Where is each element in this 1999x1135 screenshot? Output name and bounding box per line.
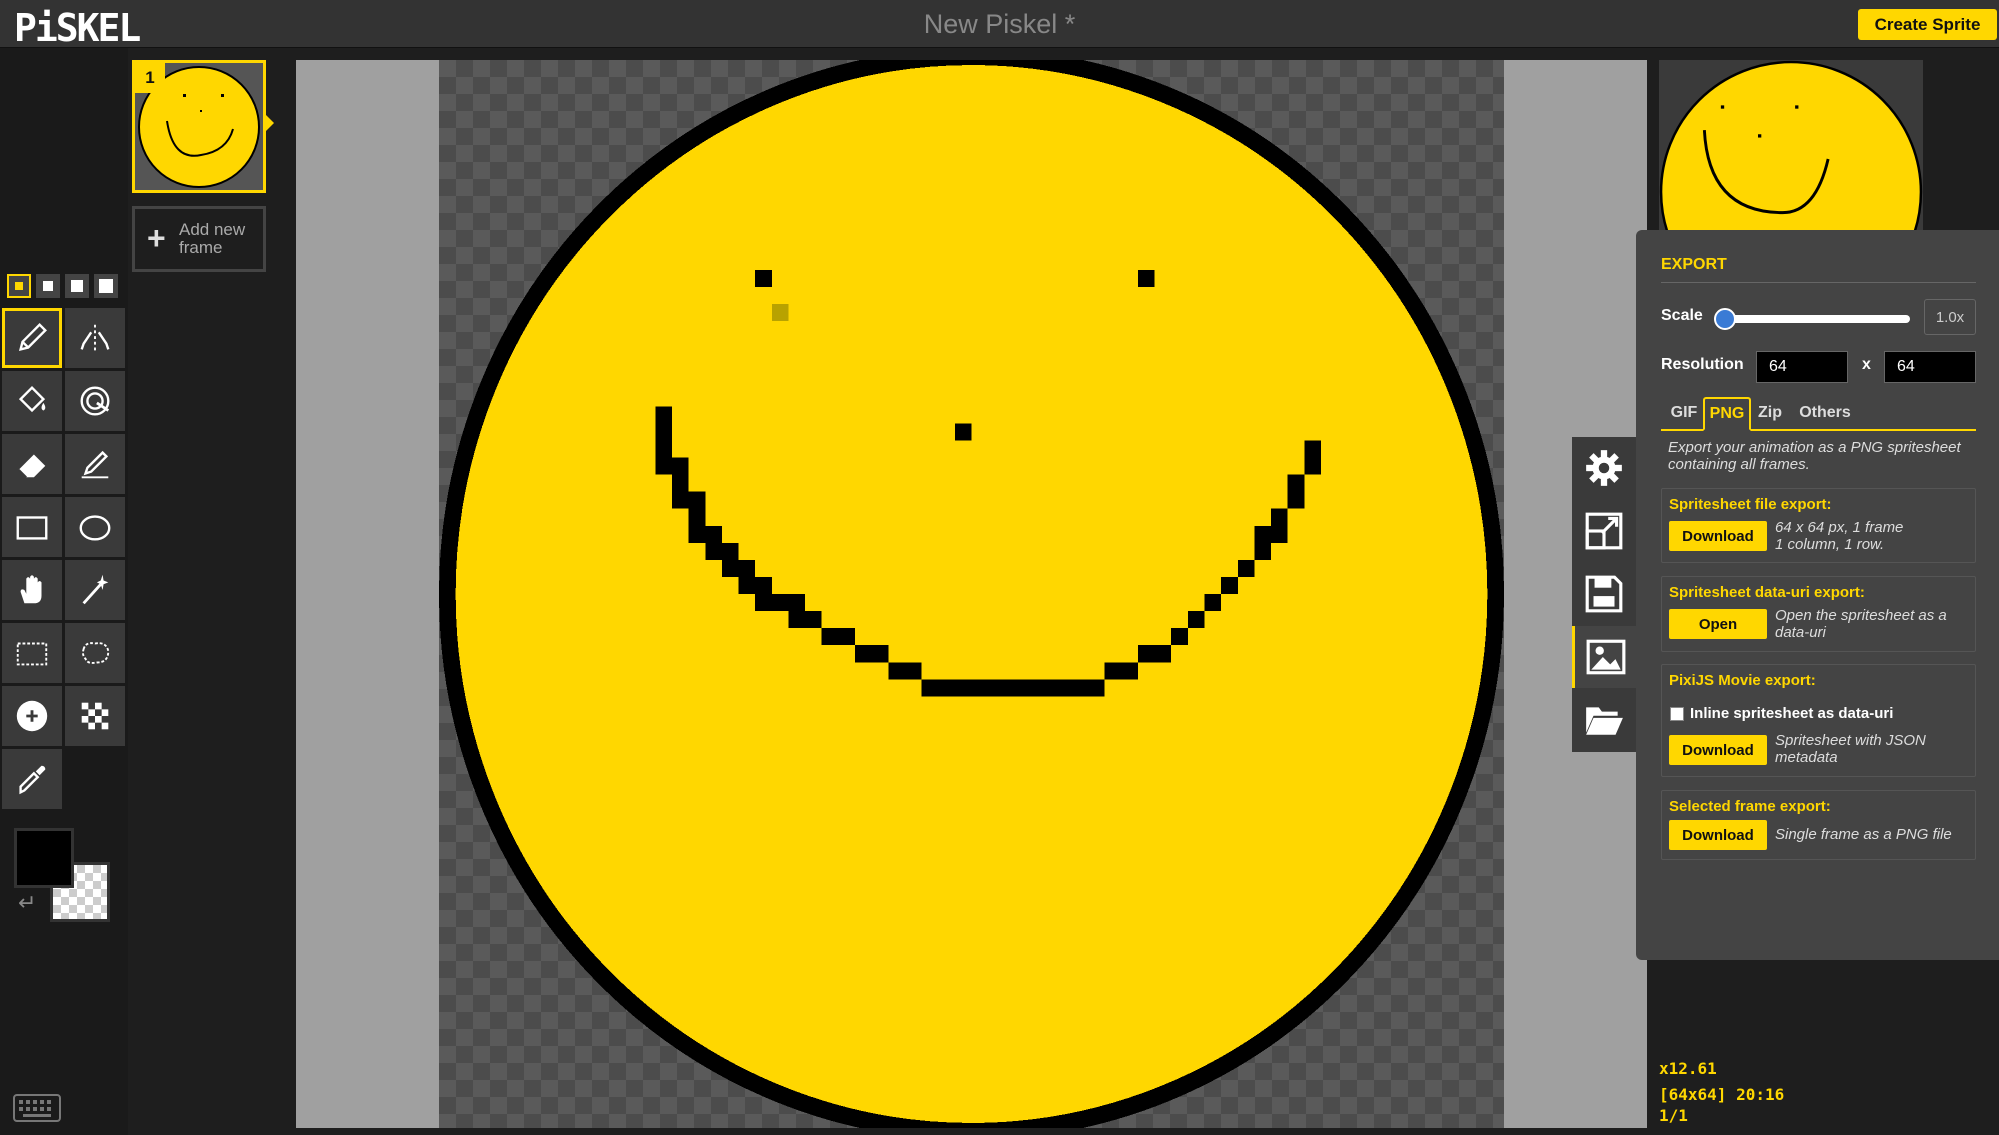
settings-button[interactable]	[1572, 437, 1636, 499]
section-title: PixiJS Movie export:	[1669, 672, 1816, 689]
paint-same-pixels-tool[interactable]	[65, 371, 125, 431]
tab-gif[interactable]: GIF	[1667, 397, 1701, 429]
resolution-label: Resolution	[1661, 356, 1744, 373]
plus-icon: +	[147, 220, 166, 256]
rectangle-selection-icon	[16, 642, 48, 666]
pen-size-1[interactable]	[7, 274, 31, 298]
section-title: Selected frame export:	[1669, 798, 1831, 815]
export-format-tabs: GIF PNG Zip Others	[1661, 397, 1976, 431]
section-title: Spritesheet data-uri export:	[1669, 584, 1865, 601]
settings-icon	[1586, 450, 1622, 486]
keyboard-shortcuts-icon[interactable]	[13, 1094, 61, 1122]
hand-icon	[20, 575, 42, 604]
pixijs-info: Spritesheet with JSON metadata	[1775, 732, 1926, 766]
top-bar: PiSKEL New Piskel * Create Sprite	[0, 0, 1999, 50]
dithering-tool[interactable]	[65, 686, 125, 746]
settings-side-menu	[1572, 437, 1636, 752]
eraser-tool[interactable]	[2, 434, 62, 494]
circle-tool[interactable]	[65, 497, 125, 557]
color-picker-tool[interactable]	[2, 749, 62, 809]
spritesheet-data-uri-section: Spritesheet data-uri export: Open Open t…	[1661, 576, 1976, 652]
cursor-coordinates: [64x64] 20:16	[1659, 1085, 1785, 1104]
mirror-pen-icon	[80, 324, 110, 352]
frame-thumbnail[interactable]: 1	[132, 60, 266, 193]
rectangle-icon	[16, 516, 48, 540]
open-folder-icon	[1586, 707, 1623, 735]
pen-size-2[interactable]	[36, 274, 60, 298]
png-export-description: Export your animation as a PNG spriteshe…	[1668, 439, 1961, 473]
spritesheet-file-export-section: Spritesheet file export: Download 64 x 6…	[1661, 488, 1976, 563]
primary-color-swatch[interactable]	[14, 828, 74, 888]
pen-size-3[interactable]	[65, 274, 89, 298]
lighten-icon	[16, 700, 48, 732]
data-uri-info: Open the spritesheet as a data-uri	[1775, 607, 1947, 641]
selected-frame-indicator	[266, 115, 274, 131]
inline-spritesheet-label[interactable]: Inline spritesheet as data-uri	[1690, 705, 1893, 722]
tab-others[interactable]: Others	[1794, 397, 1856, 429]
circle-icon	[79, 515, 111, 541]
spritesheet-info: 64 x 64 px, 1 frame 1 column, 1 row.	[1775, 519, 1904, 553]
add-new-frame-button[interactable]: + Add new frame	[132, 206, 266, 272]
vertical-mirror-pen-tool[interactable]	[65, 308, 125, 368]
preview-image	[1659, 60, 1923, 232]
export-panel: EXPORT Scale 1.0x Resolution 64 x 64 GIF…	[1636, 230, 1999, 960]
export-panel-title: EXPORT	[1661, 256, 1976, 283]
lasso-selection-tool[interactable]	[65, 623, 125, 683]
move-tool[interactable]	[2, 560, 62, 620]
data-uri-open-button[interactable]: Open	[1669, 609, 1767, 639]
scale-slider[interactable]	[1720, 315, 1910, 323]
selected-frame-export-section: Selected frame export: Download Single f…	[1661, 790, 1976, 860]
document-title[interactable]: New Piskel *	[0, 9, 1999, 40]
import-button[interactable]	[1572, 689, 1636, 751]
frame-counter: 1/1	[1659, 1106, 1688, 1125]
add-frame-label: Add new frame	[179, 220, 246, 257]
save-button[interactable]	[1572, 563, 1636, 625]
paint-bucket-icon	[18, 386, 46, 413]
tab-png[interactable]: PNG	[1703, 397, 1751, 431]
drawing-canvas[interactable]	[439, 60, 1504, 1128]
zoom-level: x12.61	[1659, 1059, 1717, 1078]
swap-colors-icon[interactable]: ↵	[18, 890, 36, 916]
eraser-icon	[18, 454, 46, 478]
shape-selection-tool[interactable]	[65, 560, 125, 620]
scale-slider-handle[interactable]	[1714, 308, 1736, 330]
pen-icon	[18, 323, 47, 352]
stroke-pen-icon	[81, 450, 109, 479]
resolution-height-input[interactable]: 64	[1884, 351, 1976, 383]
lighten-tool[interactable]	[2, 686, 62, 746]
pen-size-4[interactable]	[94, 274, 118, 298]
drawing-canvas-area[interactable]	[296, 60, 1647, 1128]
pixijs-movie-export-section: PixiJS Movie export: Inline spritesheet …	[1661, 664, 1976, 777]
selected-frame-info: Single frame as a PNG file	[1775, 826, 1952, 843]
scale-label: Scale	[1661, 307, 1703, 324]
pixijs-download-button[interactable]: Download	[1669, 735, 1767, 765]
eyedropper-icon	[19, 765, 46, 795]
paint-same-pixels-icon	[80, 386, 110, 416]
rectangle-tool[interactable]	[2, 497, 62, 557]
resize-button[interactable]	[1572, 500, 1636, 562]
dithering-icon	[81, 702, 109, 730]
pen-tool[interactable]	[2, 308, 62, 368]
spritesheet-download-button[interactable]: Download	[1669, 521, 1767, 551]
lasso-icon	[82, 642, 110, 664]
resize-icon	[1585, 512, 1623, 550]
animation-preview[interactable]	[1659, 60, 1923, 232]
resolution-separator: x	[1862, 356, 1871, 373]
stroke-tool[interactable]	[65, 434, 125, 494]
selected-frame-download-button[interactable]: Download	[1669, 820, 1767, 850]
scale-value: 1.0x	[1924, 299, 1976, 335]
create-sprite-button[interactable]: Create Sprite	[1858, 9, 1997, 40]
inline-spritesheet-checkbox[interactable]	[1670, 707, 1684, 721]
tab-zip[interactable]: Zip	[1753, 397, 1787, 429]
frame-number-badge: 1	[135, 63, 165, 93]
export-button[interactable]	[1572, 626, 1636, 688]
section-title: Spritesheet file export:	[1669, 496, 1832, 513]
export-image-icon	[1586, 639, 1625, 675]
magic-wand-icon	[82, 574, 109, 605]
save-icon	[1585, 575, 1623, 613]
paint-bucket-tool[interactable]	[2, 371, 62, 431]
rectangle-selection-tool[interactable]	[2, 623, 62, 683]
resolution-width-input[interactable]: 64	[1756, 351, 1848, 383]
